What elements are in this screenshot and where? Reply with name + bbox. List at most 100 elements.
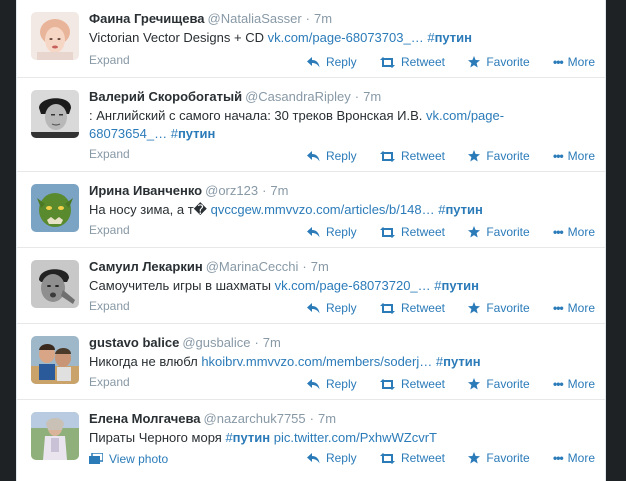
hashtag-hash: # (434, 278, 442, 293)
tweet-item[interactable]: Елена Молгачева @nazarchuk7755 · 7m Пираты … (17, 400, 605, 476)
tweet-text: Самоучитель игры в шахматы vk.com/page-6… (89, 277, 569, 295)
expand-link[interactable]: Expand (89, 53, 130, 67)
tweet-item[interactable]: Ирина Иванченко @orz123 · 7m На носу зима, … (17, 172, 605, 248)
retweet-icon (379, 227, 395, 238)
timestamp[interactable]: 7m (270, 183, 288, 198)
tweet-link[interactable]: vk.com/page-68073720_… (275, 278, 431, 293)
username[interactable]: @MarinaCecchi (206, 259, 299, 274)
timestamp[interactable]: 7m (363, 89, 381, 104)
username[interactable]: @orz123 (205, 183, 258, 198)
tweet-link[interactable]: vk.com/page- (426, 108, 504, 123)
favorite-button[interactable]: Favorite (468, 149, 530, 163)
tweet-link[interactable]: qvccgew.mmvvzo.com/articles/b/148… (211, 202, 435, 217)
expand-link[interactable]: Expand (89, 223, 130, 237)
more-icon: ••• (553, 377, 564, 391)
avatar[interactable] (31, 12, 79, 60)
fullname[interactable]: Елена Молгачева (89, 411, 201, 426)
timestamp[interactable]: 7m (318, 411, 336, 426)
reply-button[interactable]: Reply (306, 377, 357, 391)
favorite-button[interactable]: Favorite (468, 377, 530, 391)
avatar[interactable] (31, 184, 79, 232)
retweet-icon (379, 57, 395, 68)
retweet-button[interactable]: Retweet (379, 301, 445, 315)
tweet-item[interactable]: gustavo balice @gusbalice · 7m Никогда не в… (17, 324, 605, 400)
photo-link[interactable]: pic.twitter.com/PxhwWZcvrT (274, 430, 437, 445)
favorite-button[interactable]: Favorite (468, 301, 530, 315)
tweet-item[interactable]: Самуил Лекаркин @MarinaCecchi · 7m Самоучит… (17, 248, 605, 324)
tweet-actions: Reply Retweet Favorite ••• More (306, 55, 595, 69)
favorite-icon (468, 302, 481, 314)
reply-button[interactable]: Reply (306, 301, 357, 315)
view-photo-link[interactable]: View photo (89, 452, 168, 466)
fullname[interactable]: Самуил Лекаркин (89, 259, 203, 274)
more-button[interactable]: ••• More (553, 451, 595, 465)
reply-button[interactable]: Reply (306, 225, 357, 239)
username[interactable]: @NataliaSasser (208, 11, 302, 26)
tweet-header: Валерий Скоробогатый @CasandraRipley · 7m (89, 88, 381, 106)
favorite-label: Favorite (486, 377, 530, 391)
time-separator: · (254, 335, 259, 350)
reply-button[interactable]: Reply (306, 451, 357, 465)
tweet-link-continued[interactable]: 68073654_… (89, 126, 167, 141)
username[interactable]: @gusbalice (182, 335, 250, 350)
more-icon: ••• (553, 225, 564, 239)
avatar[interactable] (31, 412, 79, 460)
favorite-icon (468, 452, 481, 464)
username[interactable]: @CasandraRipley (245, 89, 351, 104)
retweet-icon (379, 303, 395, 314)
retweet-label: Retweet (400, 225, 445, 239)
tweet-link[interactable]: hkoibrv.mmvvzo.com/members/soderj… (201, 354, 432, 369)
favorite-button[interactable]: Favorite (468, 55, 530, 69)
hashtag[interactable]: #путин (438, 202, 483, 217)
username[interactable]: @nazarchuk7755 (204, 411, 306, 426)
expand-link[interactable]: Expand (89, 147, 130, 161)
hashtag[interactable]: #путин (427, 30, 472, 45)
tweet-link[interactable]: vk.com/page-68073703_… (268, 30, 424, 45)
more-button[interactable]: ••• More (553, 55, 595, 69)
fullname[interactable]: Фаина Гречищева (89, 11, 205, 26)
tweet-text-body: Victorian Vector Designs + CD (89, 30, 268, 45)
hashtag[interactable]: #путин (434, 278, 479, 293)
tweet-text: Пираты Черного моря #путин pic.twitter.c… (89, 429, 569, 447)
hashtag-text: путин (443, 354, 481, 369)
more-button[interactable]: ••• More (553, 225, 595, 239)
hashtag[interactable]: #путин (171, 126, 216, 141)
fullname[interactable]: Ирина Иванченко (89, 183, 202, 198)
retweet-button[interactable]: Retweet (379, 225, 445, 239)
reply-button[interactable]: Reply (306, 149, 357, 163)
fullname[interactable]: Валерий Скоробогатый (89, 89, 242, 104)
more-label: More (567, 377, 595, 391)
hashtag[interactable]: #путин (436, 354, 481, 369)
retweet-button[interactable]: Retweet (379, 55, 445, 69)
fullname[interactable]: gustavo balice (89, 335, 179, 350)
tweet-item[interactable]: Фаина Гречищева @NataliaSasser · 7m Victori… (17, 0, 605, 78)
avatar[interactable] (31, 336, 79, 384)
retweet-button[interactable]: Retweet (379, 377, 445, 391)
avatar[interactable] (31, 90, 79, 138)
more-button[interactable]: ••• More (553, 377, 595, 391)
more-button[interactable]: ••• More (553, 301, 595, 315)
reply-icon (306, 379, 320, 390)
timestamp[interactable]: 7m (311, 259, 329, 274)
more-label: More (567, 301, 595, 315)
retweet-label: Retweet (400, 301, 445, 315)
retweet-icon (379, 151, 395, 162)
retweet-label: Retweet (400, 149, 445, 163)
expand-link[interactable]: Expand (89, 299, 130, 313)
favorite-button[interactable]: Favorite (468, 225, 530, 239)
hashtag[interactable]: #путин (225, 430, 270, 445)
tweet-item[interactable]: Валерий Скоробогатый @CasandraRipley · 7m :… (17, 78, 605, 172)
reply-button[interactable]: Reply (306, 55, 357, 69)
expand-link[interactable]: Expand (89, 375, 130, 389)
timestamp[interactable]: 7m (314, 11, 332, 26)
more-button[interactable]: ••• More (553, 149, 595, 163)
retweet-button[interactable]: Retweet (379, 149, 445, 163)
timestamp[interactable]: 7m (263, 335, 281, 350)
retweet-icon (379, 453, 395, 464)
favorite-button[interactable]: Favorite (468, 451, 530, 465)
hashtag-hash: # (427, 30, 435, 45)
time-separator: · (302, 259, 307, 274)
more-icon: ••• (553, 301, 564, 315)
retweet-button[interactable]: Retweet (379, 451, 445, 465)
avatar[interactable] (31, 260, 79, 308)
